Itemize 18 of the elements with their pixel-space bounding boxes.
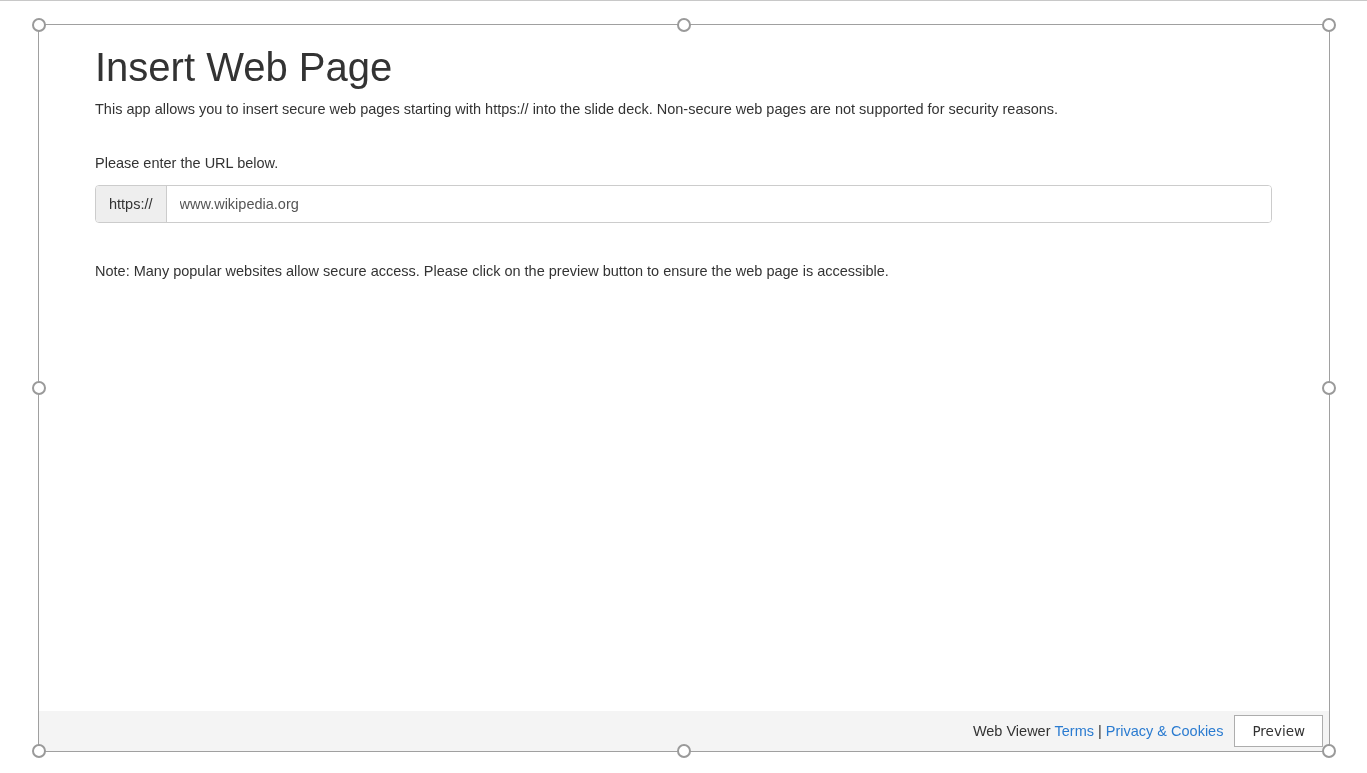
footer-label: Web Viewer <box>972 723 1051 739</box>
resize-handle[interactable] <box>32 744 46 758</box>
resize-handle[interactable] <box>677 18 691 32</box>
note-text: Note: Many popular websites allow secure access. Please click on the preview button to ensure the web page is accessible. <box>95 262 890 281</box>
resize-handle[interactable] <box>32 18 46 32</box>
preview-button[interactable]: Preview <box>1234 715 1323 747</box>
footer-link[interactable]: Privacy & Cookies <box>1105 723 1224 739</box>
resize-handle[interactable] <box>1322 381 1336 395</box>
link-separator: | <box>1098 723 1102 739</box>
resize-handle[interactable] <box>1322 18 1336 32</box>
url-prompt: Please enter the URL below. <box>95 154 280 173</box>
description-text: This app allows you to insert secure web pages starting with https:// into the slide deck. Non-secure web pages are not supported for security reasons. <box>95 100 1060 119</box>
resize-handle[interactable] <box>32 381 46 395</box>
resize-handle[interactable] <box>1322 744 1336 758</box>
footer-link[interactable]: Terms <box>1054 723 1094 739</box>
page-title: Insert Web Page <box>95 45 394 89</box>
url-field[interactable]: https:// www.wikipedia.org <box>95 185 1272 223</box>
resize-handle[interactable] <box>677 744 691 758</box>
